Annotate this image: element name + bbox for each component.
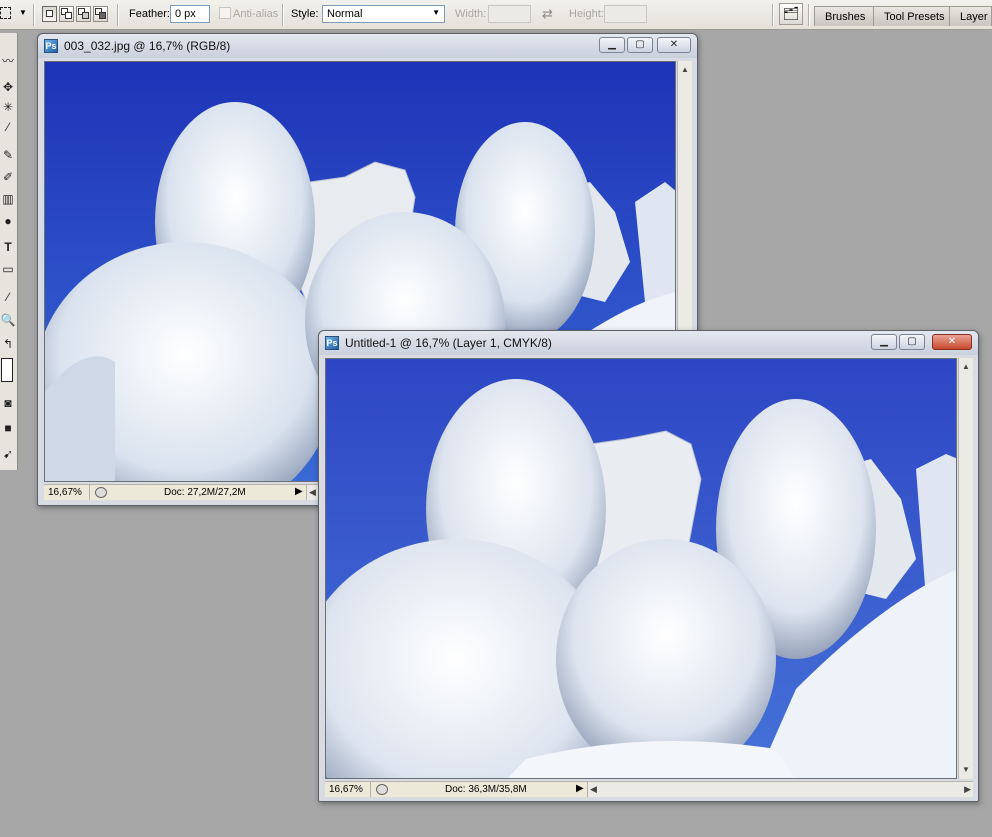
intersect-selection-button[interactable] — [93, 6, 108, 22]
document-window-2: Ps Untitled-1 @ 16,7% (Layer 1, CMYK/8) … — [318, 330, 979, 802]
close-button[interactable]: ✕ — [932, 334, 972, 350]
separator — [772, 4, 774, 26]
move-tool-icon[interactable]: ✥ — [0, 79, 16, 95]
tab-brushes[interactable]: Brushes — [814, 6, 877, 26]
anti-alias-label: Anti-alias — [233, 8, 279, 20]
doc-size: Doc: 36,3M/35,8M — [445, 784, 527, 795]
new-selection-icon — [46, 10, 53, 17]
magic-wand-tool-icon[interactable]: ✳ — [0, 99, 16, 115]
chevron-down-icon: ▼ — [19, 8, 27, 17]
new-selection-button[interactable] — [42, 6, 57, 22]
width-label: Width: — [455, 8, 487, 20]
intersect-selection-icon-part — [99, 12, 106, 19]
scroll-up-icon[interactable]: ▲ — [678, 63, 692, 77]
options-bar: ▼ Feather: 0 px Anti-alias Style: Normal… — [0, 0, 992, 30]
quick-mask-icon[interactable]: ◙ — [0, 395, 16, 411]
tab-layer-comps[interactable]: Layer Co — [949, 6, 992, 26]
feather-input[interactable]: 0 px — [170, 5, 210, 23]
height-label: Height: — [569, 8, 604, 20]
chevron-down-icon: ▼ — [432, 8, 440, 17]
doc-size: Doc: 27,2M/27,2M — [164, 487, 246, 498]
status-bar: 16,67% Doc: 36,3M/35,8M ▶ ◀ ▶ — [325, 781, 973, 797]
maximize-button[interactable]: ▢ — [899, 334, 925, 350]
style-select[interactable]: Normal ▼ — [322, 5, 445, 23]
status-menu-arrow-icon[interactable]: ▶ — [295, 486, 303, 497]
status-info-icon[interactable] — [376, 784, 388, 795]
scroll-left-icon[interactable]: ◀ — [309, 487, 316, 498]
brush-tool-icon[interactable]: ✎ — [0, 147, 16, 163]
close-button[interactable]: ✕ — [657, 37, 691, 53]
zoom-level[interactable]: 16,67% — [325, 782, 371, 797]
zoom-tool-icon[interactable]: 🔍 — [0, 312, 16, 328]
subtract-from-selection-button[interactable] — [76, 6, 91, 22]
horizontal-scrollbar[interactable]: ◀ ▶ — [587, 782, 973, 797]
photoshop-document-icon: Ps — [44, 39, 58, 53]
swap-colors-icon[interactable]: ↰ — [0, 336, 16, 352]
image-canvas[interactable] — [325, 358, 957, 779]
color-swatch-icon[interactable] — [1, 358, 13, 382]
height-input[interactable] — [604, 5, 647, 23]
scroll-right-icon[interactable]: ▶ — [964, 784, 971, 795]
status-info-icon[interactable] — [95, 487, 107, 498]
file-browser-icon: 🗂 — [782, 6, 800, 21]
subtract-selection-icon-part — [82, 12, 89, 19]
scroll-up-icon[interactable]: ▲ — [959, 360, 973, 374]
type-tool-icon[interactable]: T — [0, 239, 16, 255]
style-label: Style: — [291, 8, 319, 20]
window-title: Untitled-1 @ 16,7% (Layer 1, CMYK/8) — [345, 336, 552, 350]
minimize-button[interactable]: ▁ — [871, 334, 897, 350]
zoom-level[interactable]: 16,67% — [44, 485, 90, 500]
gradient-tool-icon[interactable]: ▥ — [0, 191, 16, 207]
tool-preset-picker[interactable]: ▼ — [0, 6, 30, 23]
rectangular-marquee-icon — [0, 7, 11, 19]
title-bar[interactable]: Ps 003_032.jpg @ 16,7% (RGB/8) ▁ ▢ ✕ — [38, 34, 697, 58]
title-bar[interactable]: Ps Untitled-1 @ 16,7% (Layer 1, CMYK/8) … — [319, 331, 978, 355]
lasso-tool-icon[interactable]: 〰 — [0, 53, 16, 69]
anti-alias-checkbox[interactable] — [219, 7, 231, 19]
feather-label: Feather: — [129, 8, 170, 20]
separator — [808, 4, 810, 26]
add-to-selection-button[interactable] — [59, 6, 74, 22]
dodge-tool-icon[interactable]: ● — [0, 213, 16, 229]
separator — [33, 4, 35, 26]
scroll-down-icon[interactable]: ▼ — [959, 763, 973, 777]
toolbox: 〰 ✥ ✳ ⁄ ✎ ✐ ▥ ● T ▭ ⁄ 🔍 ↰ ◙ ■ ➹ — [0, 33, 18, 470]
jump-to-imageready-icon[interactable]: ➹ — [0, 446, 16, 462]
shape-tool-icon[interactable]: ▭ — [0, 261, 16, 277]
file-browser-button[interactable]: 🗂 — [779, 3, 803, 25]
separator — [282, 4, 284, 26]
snowy-trees-photo — [326, 359, 956, 778]
status-menu-arrow-icon[interactable]: ▶ — [576, 783, 584, 794]
tab-tool-presets[interactable]: Tool Presets — [873, 6, 956, 26]
screen-mode-icon[interactable]: ■ — [0, 420, 16, 436]
eyedropper-tool-icon[interactable]: ⁄ — [0, 119, 16, 135]
maximize-button[interactable]: ▢ — [627, 37, 653, 53]
style-select-value: Normal — [327, 8, 363, 20]
swap-dimensions-icon[interactable]: ⇄ — [542, 6, 553, 22]
window-title: 003_032.jpg @ 16,7% (RGB/8) — [64, 39, 231, 53]
eyedropper-icon[interactable]: ⁄ — [0, 289, 16, 305]
width-input[interactable] — [488, 5, 531, 23]
separator — [117, 4, 119, 26]
scroll-left-icon[interactable]: ◀ — [590, 784, 597, 795]
add-selection-icon-part — [65, 12, 72, 19]
photoshop-document-icon: Ps — [325, 336, 339, 350]
minimize-button[interactable]: ▁ — [599, 37, 625, 53]
history-brush-tool-icon[interactable]: ✐ — [0, 169, 16, 185]
vertical-scrollbar[interactable]: ▲ ▼ — [958, 358, 973, 779]
